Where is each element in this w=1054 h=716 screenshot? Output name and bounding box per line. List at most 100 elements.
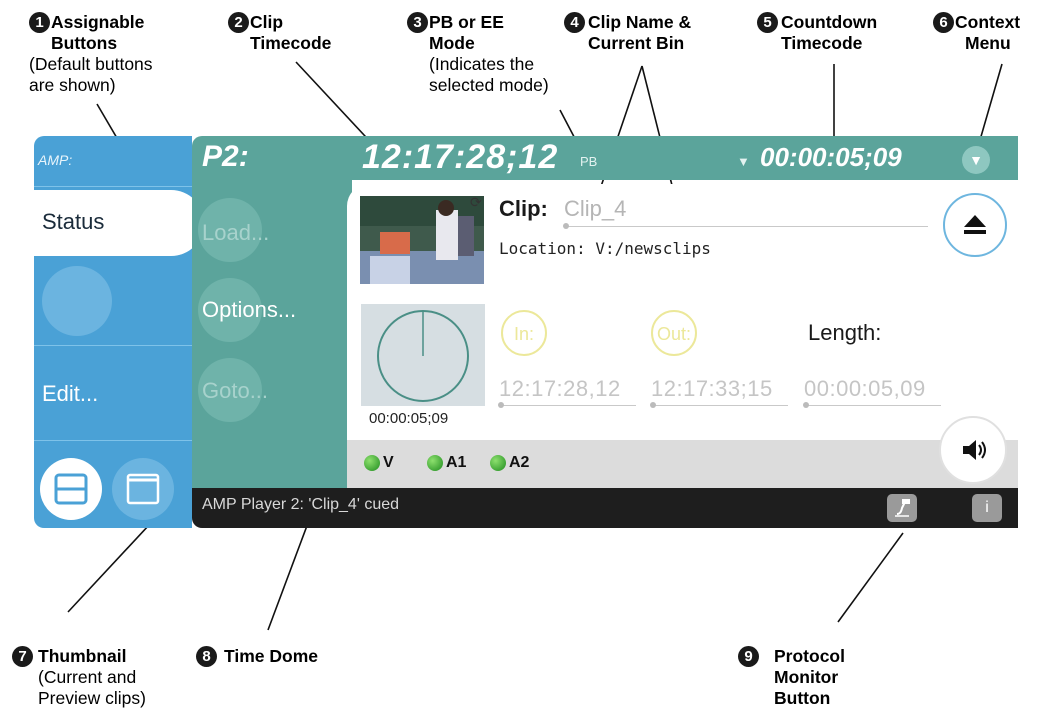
audio-button[interactable] [939, 416, 1007, 484]
in-scrub-dot [498, 402, 504, 408]
callout-number-9: 9 [738, 646, 759, 667]
callout-context-menu: 6 Context Menu [933, 12, 1020, 54]
callout-clip-name-bin: 4 Clip Name & Current Bin [564, 12, 691, 54]
divider [34, 186, 192, 187]
eject-icon [964, 215, 986, 234]
track-label: V [383, 454, 394, 471]
callout-subtitle: (Current and [38, 667, 137, 687]
single-view-button[interactable] [112, 458, 174, 520]
protocol-monitor-button[interactable] [887, 494, 917, 522]
in-timecode[interactable]: 12:17:28,12 [499, 376, 621, 402]
clip-thumbnail[interactable] [360, 196, 484, 284]
location-text: Location: V:/newsclips [499, 239, 711, 258]
callout-number-4: 4 [564, 12, 585, 33]
speaker-icon [963, 440, 986, 460]
time-dome-dial [377, 310, 469, 402]
track-label: A2 [509, 454, 530, 471]
status-message: AMP Player 2: 'Clip_4' cued [202, 496, 400, 513]
length-underline [805, 405, 941, 406]
clip-name[interactable]: Clip_4 [564, 196, 626, 222]
channel-label: P2: [202, 140, 249, 173]
app-label: AMP: [38, 152, 73, 168]
info-button[interactable]: i [972, 494, 1002, 522]
callout-title: Mode [429, 33, 475, 53]
callout-countdown-timecode: 5 Countdown Timecode [757, 12, 877, 54]
length-label: Length: [808, 320, 882, 345]
callout-number-2: 2 [228, 12, 249, 33]
options-button[interactable]: Options... [202, 297, 296, 323]
split-view-button[interactable] [40, 458, 102, 520]
goto-button[interactable]: Goto... [202, 378, 268, 404]
callout-number-8: 8 [196, 646, 217, 667]
callout-thumbnail: 7 Thumbnail (Current and Preview clips) [12, 646, 146, 709]
callout-title: Clip Name & [588, 12, 692, 32]
track-led-a2-icon [490, 455, 506, 471]
context-menu-button[interactable]: ▼ [962, 146, 990, 174]
location-value: V:/newsclips [595, 239, 711, 258]
countdown-timecode: 00:00:05;09 [760, 142, 902, 172]
callout-number-5: 5 [757, 12, 778, 33]
callout-number-3: 3 [407, 12, 428, 33]
clip-scrub-dot [563, 223, 569, 229]
tab-status-label: Status [42, 209, 105, 234]
sidebar-empty-button[interactable] [42, 266, 112, 336]
callout-title: Protocol [774, 646, 845, 666]
chevron-down-icon: ▼ [969, 152, 983, 168]
callout-title: Button [774, 688, 831, 708]
callout-subtitle: are shown) [29, 75, 116, 95]
callout-title: Timecode [250, 33, 332, 53]
countdown-arrow-icon: ▼ [737, 154, 750, 169]
info-icon: i [985, 499, 989, 516]
callout-title: Menu [965, 33, 1011, 53]
callout-title: PB or EE [429, 12, 504, 32]
callout-pb-ee-mode: 3 PB or EE Mode (Indicates the selected … [407, 12, 549, 96]
out-underline [652, 405, 788, 406]
callout-subtitle: (Indicates the [429, 54, 535, 74]
callout-title: Clip [250, 12, 284, 32]
thumbnail-image [360, 196, 484, 284]
callout-number-1: 1 [29, 12, 50, 33]
divider [34, 440, 192, 441]
callout-title: Assignable [51, 12, 145, 32]
mode-indicator: PB [580, 154, 598, 169]
callout-title: Thumbnail [38, 646, 127, 666]
protocol-monitor-icon [895, 499, 910, 517]
callout-title: Countdown [781, 12, 878, 32]
split-view-icon [54, 473, 88, 505]
tab-status[interactable]: Status [34, 190, 204, 256]
clip-timecode: 12:17:28;12 [362, 138, 559, 176]
callout-number-7: 7 [12, 646, 33, 667]
in-mark-button[interactable]: In: [501, 310, 547, 356]
clip-label: Clip: [499, 196, 548, 221]
leader-line-6 [979, 63, 1003, 141]
location-label: Location: [499, 239, 586, 258]
track-label: A1 [446, 454, 467, 471]
leader-line-9 [837, 532, 904, 623]
load-button[interactable]: Load... [202, 220, 269, 246]
tab-edit[interactable]: Edit... [42, 381, 98, 407]
single-view-icon [126, 473, 160, 505]
callout-title: Monitor [774, 667, 839, 687]
out-label: Out: [656, 324, 691, 344]
time-dome-time: 00:00:05;09 [369, 410, 449, 427]
length-timecode[interactable]: 00:00:05,09 [804, 376, 926, 402]
in-underline [500, 405, 636, 406]
length-scrub-dot [803, 402, 809, 408]
callout-title: Buttons [51, 33, 118, 53]
callout-title: Time Dome [224, 646, 319, 666]
out-mark-button[interactable]: Out: [651, 310, 697, 356]
clip-name-underline [564, 226, 928, 227]
callout-title: Timecode [781, 33, 863, 53]
out-timecode[interactable]: 12:17:33;15 [651, 376, 773, 402]
callout-title: Context [955, 12, 1021, 32]
track-led-v-icon [364, 455, 380, 471]
eject-button[interactable] [943, 193, 1007, 257]
callout-protocol-monitor: 9 Protocol Monitor Button [738, 646, 845, 709]
callout-number-6: 6 [933, 12, 954, 33]
callout-clip-timecode: 2 Clip Timecode [228, 12, 331, 54]
callout-subtitle: Preview clips) [38, 688, 146, 708]
refresh-icon: ⟳ [470, 194, 482, 210]
callout-assignable-buttons: 1 Assignable Buttons (Default buttons ar… [29, 12, 153, 96]
callout-subtitle: selected mode) [429, 75, 549, 95]
time-dome [361, 304, 485, 406]
